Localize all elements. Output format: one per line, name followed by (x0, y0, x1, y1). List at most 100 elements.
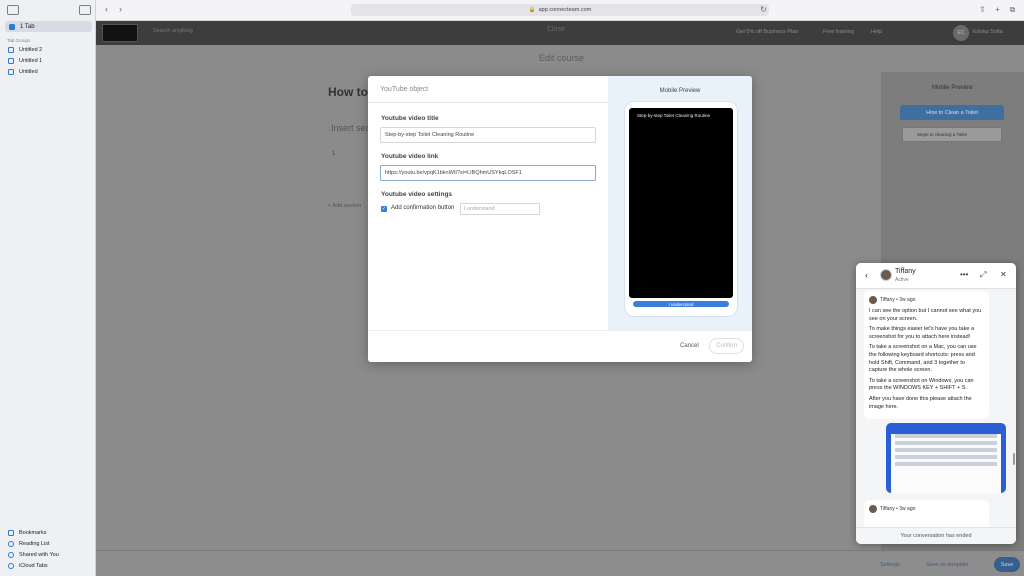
close-button[interactable]: Close (547, 26, 565, 33)
agent-avatar (869, 505, 877, 513)
modal-preview: Mobile Preview Step-by-step Toilet Clean… (608, 76, 752, 330)
tabs-icon[interactable]: ⧉ (1008, 5, 1017, 14)
sidebar-reading-list[interactable]: Reading List (8, 539, 50, 549)
help-link[interactable]: Help (871, 29, 882, 35)
message-text: After you have done this please attach t… (869, 395, 972, 410)
message-header: Tiffany • 3w ago (869, 505, 984, 513)
lock-icon: 🔒 (528, 7, 536, 13)
message-text: I can see the option but I cannot see wh… (869, 308, 982, 322)
tab-group-label: Untitled 1 (19, 58, 43, 64)
user-avatar[interactable]: EC (953, 25, 969, 41)
tab-group-icon (8, 47, 14, 53)
close-icon[interactable]: ✕ (1000, 270, 1007, 279)
modal-title: YouTube object (380, 86, 429, 93)
header-search[interactable]: Search anything (153, 28, 193, 34)
reload-icon[interactable]: ↻ (759, 5, 768, 14)
message-text: To make things easier let's have you tak… (869, 326, 974, 340)
cloud-icon (8, 563, 14, 569)
sidebar-tab-item[interactable]: 1 Tab (5, 21, 92, 32)
browser-toolbar: ‹ › 🔒 app.connecteam.com ↻ ⇪ + ⧉ (96, 0, 1024, 21)
tab-group-item[interactable]: Untitled (8, 67, 38, 77)
company-logo[interactable] (102, 24, 138, 42)
tab-group-item[interactable]: Untitled 1 (8, 56, 42, 66)
settings-button[interactable]: Settings (880, 562, 900, 568)
video-link-label: Youtube video link (381, 153, 439, 160)
chat-scrollbar[interactable] (1013, 453, 1015, 465)
sidebar-shared-with-you[interactable]: Shared with You (8, 550, 59, 560)
url-text: app.connecteam.com (538, 7, 592, 13)
confirmation-label: Add confirmation button (391, 205, 455, 211)
sidebar-toggle-icon[interactable] (7, 5, 19, 15)
page-title: Edit course (539, 53, 585, 63)
video-player[interactable]: Step-by-step Toilet Cleaning Routine (629, 108, 733, 298)
tab-group-icon (8, 69, 14, 75)
safari-sidebar: 1 Tab Tab Groups Untitled 2 Untitled 1 U… (0, 0, 96, 576)
video-settings-label: Youtube video settings (381, 191, 453, 198)
preview-confirm-button: I understand (633, 301, 729, 307)
conversation-ended-notice: Your conversation has ended (856, 527, 1016, 544)
new-tab-icon[interactable]: + (993, 5, 1002, 14)
agent-avatar (880, 269, 892, 281)
screenshot-row (895, 455, 997, 459)
screenshot-row (895, 441, 997, 445)
tab-groups-heading: Tab Groups (7, 38, 31, 43)
address-bar[interactable]: 🔒 app.connecteam.com (351, 4, 769, 16)
sidebar-toolbar (0, 0, 96, 20)
referral-link[interactable]: Get 5% off Business Plan (736, 29, 798, 35)
modal-form: YouTube object Youtube video title Step-… (368, 76, 608, 330)
message-header: Tiffany • 3w ago (869, 296, 984, 304)
screenshot-row (895, 462, 997, 466)
mobile-preview-label: Mobile Preview (932, 85, 973, 91)
modal-footer: Cancel Confirm (368, 330, 752, 362)
monitor-icon (9, 23, 15, 30)
divider (368, 102, 608, 103)
mobile-preview-title: How to Clean a Toilet (900, 105, 1004, 120)
chat-message: Tiffany • 3w ago I can see the option bu… (864, 291, 989, 420)
training-link[interactable]: Free training (823, 29, 854, 35)
message-meta: Tiffany • 3w ago (880, 297, 916, 303)
tab-overview-icon[interactable] (79, 5, 91, 15)
glasses-icon (8, 541, 14, 547)
agent-status: Active (895, 277, 909, 283)
user-name[interactable]: Edoka Sofia (973, 29, 1003, 35)
agent-name: Tiffany (895, 268, 916, 275)
share-icon[interactable]: ⇪ (978, 5, 987, 14)
preview-label: Mobile Preview (659, 88, 701, 94)
back-icon[interactable]: ‹ (865, 270, 868, 280)
message-text: To take a screenshot on a Mac, you can u… (869, 344, 977, 374)
sidebar-bookmarks[interactable]: Bookmarks (8, 528, 47, 538)
chevron-left-icon[interactable]: ‹ (105, 4, 108, 14)
sidebar-item-label: Shared with You (19, 552, 59, 558)
section-number: 1 (332, 151, 336, 157)
chat-message: Tiffany • 3w ago (864, 500, 989, 530)
support-chat-widget: ‹ Tiffany Active ••• ⤢ ✕ Tiffany • 3w ag… (856, 263, 1016, 544)
more-options-icon[interactable]: ••• (960, 270, 968, 279)
youtube-object-modal: YouTube object Youtube video title Step-… (368, 76, 752, 362)
tab-group-label: Untitled 2 (19, 47, 43, 53)
cancel-button[interactable]: Cancel (680, 343, 699, 349)
screenshot-thumbnail (891, 434, 1001, 494)
screenshot-row (895, 434, 997, 438)
tab-label: 1 Tab (20, 23, 35, 30)
chevron-right-icon[interactable]: › (119, 4, 122, 14)
sidebar-item-label: Reading List (19, 541, 50, 547)
expand-icon[interactable]: ⤢ (980, 270, 986, 280)
preview-video-title: Step-by-step Toilet Cleaning Routine (637, 113, 710, 118)
video-title-input[interactable]: Step-by-step Toilet Cleaning Routine (380, 127, 596, 143)
video-title-label: Youtube video title (381, 115, 439, 122)
sidebar-item-label: Bookmarks (19, 530, 47, 536)
video-link-input[interactable]: https://youtu.be/vpqK1bknWtI?si=LIBQhmUS… (380, 165, 596, 181)
confirmation-checkbox[interactable]: ✓ (381, 206, 387, 212)
save-template-button[interactable]: Save as template (926, 562, 969, 568)
save-button[interactable]: Save (994, 557, 1020, 572)
tab-group-item[interactable]: Untitled 2 (8, 45, 42, 55)
confirm-button[interactable]: Confirm (709, 338, 744, 354)
phone-frame: Step-by-step Toilet Cleaning Routine I u… (624, 101, 738, 317)
sidebar-item-label: iCloud Tabs (19, 563, 48, 569)
confirmation-text-input[interactable]: I understand (460, 203, 540, 215)
attached-screenshot[interactable] (886, 423, 1006, 494)
sidebar-icloud-tabs[interactable]: iCloud Tabs (8, 561, 48, 571)
chat-header: ‹ Tiffany Active ••• ⤢ ✕ (856, 263, 1016, 289)
message-meta: Tiffany • 3w ago (880, 506, 916, 512)
add-section-button[interactable]: + Add section (328, 203, 361, 209)
